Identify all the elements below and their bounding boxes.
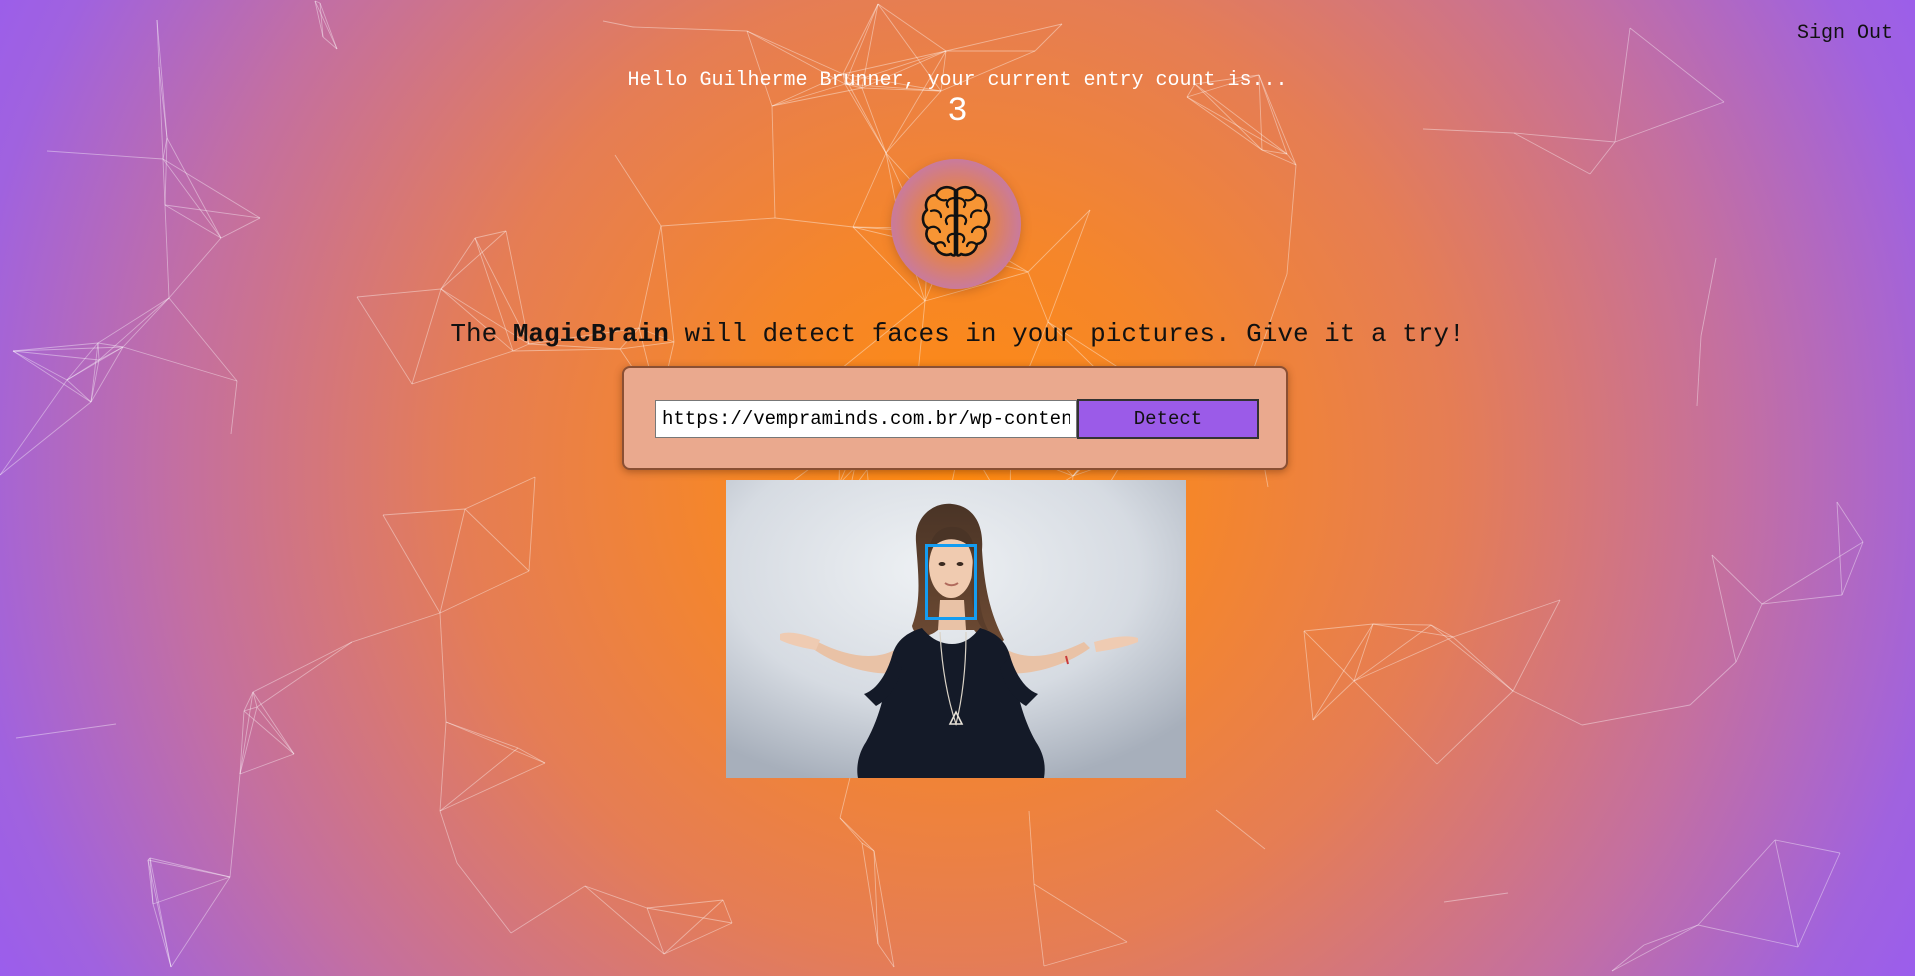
entry-count-greeting: Hello Guilherme Brunner, your current en…	[627, 69, 1288, 92]
image-link-form: Detect	[622, 366, 1288, 470]
face-bounding-box	[925, 544, 977, 620]
entry-count-value: 3	[947, 93, 968, 131]
magicbrain-logo	[891, 159, 1021, 289]
tagline-suffix: will detect faces in your pictures. Give…	[668, 319, 1465, 349]
brain-icon	[921, 185, 991, 257]
detect-button[interactable]: Detect	[1077, 399, 1259, 439]
detection-image	[726, 480, 1186, 778]
sign-out-link[interactable]: Sign Out	[1797, 22, 1893, 45]
image-url-input[interactable]	[655, 400, 1077, 438]
tagline-prefix: The	[450, 319, 513, 349]
tagline: The MagicBrain will detect faces in your…	[0, 319, 1915, 349]
brand-name: MagicBrain	[512, 319, 669, 349]
